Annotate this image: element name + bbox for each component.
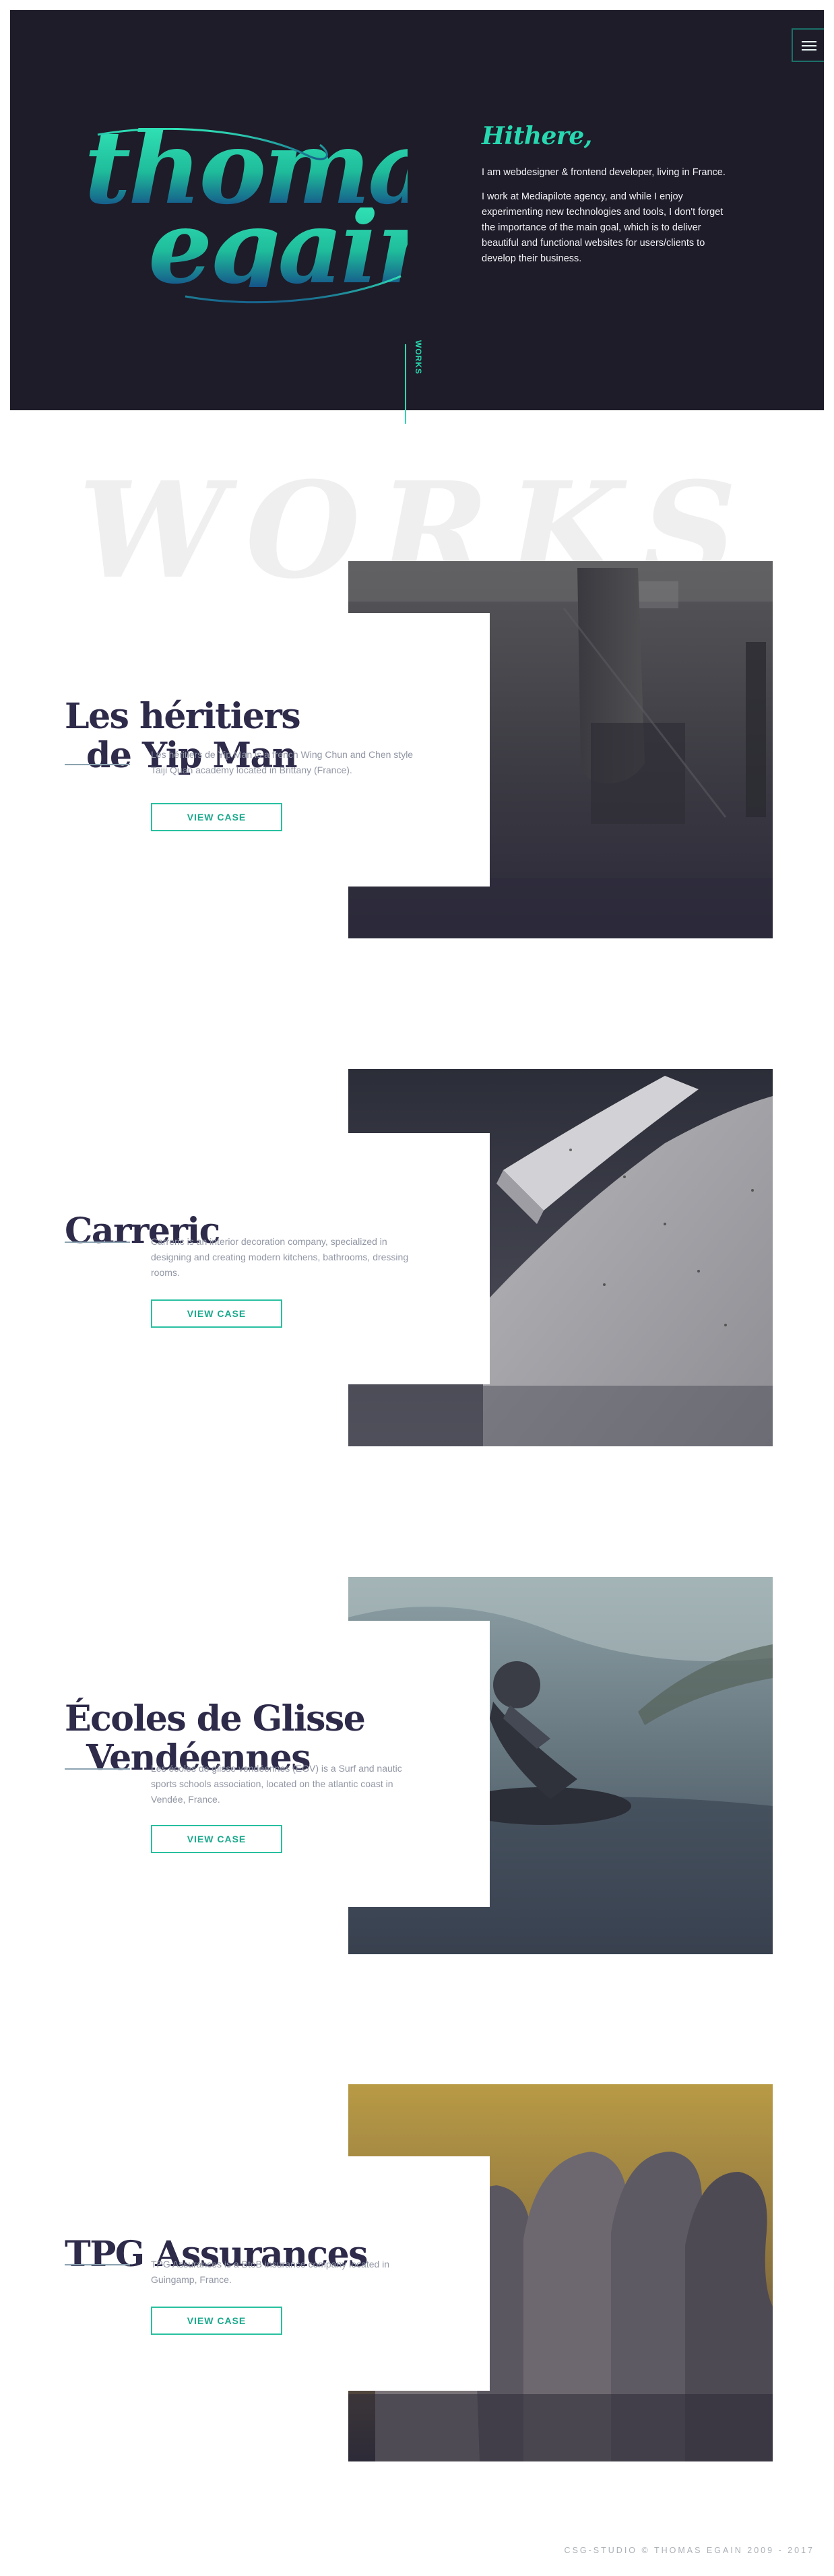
hamburger-menu-icon-bar bbox=[802, 45, 816, 46]
intro-paragraph: I work at Mediapilote agency, and while … bbox=[482, 191, 724, 264]
menu-button[interactable] bbox=[792, 28, 824, 62]
view-case-button[interactable]: VIEW CASE bbox=[151, 2307, 282, 2335]
divider bbox=[65, 1768, 130, 1770]
project-title-line: Écoles de Glisse bbox=[65, 1698, 366, 1739]
project-card: TPG Assurances TPG Assurances is a BtoB … bbox=[0, 2084, 834, 2461]
project-card: Carreric Carreric is an interior decorat… bbox=[0, 1069, 834, 1446]
divider bbox=[65, 1242, 130, 1243]
view-case-button[interactable]: VIEW CASE bbox=[151, 1825, 282, 1853]
intro-paragraph: I am webdesigner & frontend developer, l… bbox=[482, 167, 726, 178]
project-description: TPG Assurances is a BtoB insurance compa… bbox=[151, 2259, 390, 2285]
project-card: Écoles de Glisse Vendéennes Les écoles d… bbox=[0, 1577, 834, 1954]
view-case-button[interactable]: VIEW CASE bbox=[151, 803, 282, 831]
project-description: Les héritiers de Yip Man is a french Win… bbox=[151, 749, 414, 775]
intro-greeting: Hithere, bbox=[482, 122, 592, 150]
divider bbox=[65, 764, 130, 765]
logo: thomas egain bbox=[84, 117, 488, 310]
project-card: Les héritiers de Yip Man Les héritiers d… bbox=[0, 561, 834, 938]
footer-copyright: CSG-STUDIO © THOMAS EGAIN 2009 - 2017 bbox=[564, 2546, 814, 2555]
project-title-line: Les héritiers bbox=[65, 696, 301, 737]
intro-block: Hithere, I am webdesigner & frontend dev… bbox=[482, 122, 731, 276]
project-description: Carreric is an interior decoration compa… bbox=[151, 1236, 409, 1278]
hero-section: thomas egain Hithere, I am webdesigner &… bbox=[10, 10, 824, 410]
hamburger-menu-icon bbox=[802, 41, 816, 42]
view-case-button[interactable]: VIEW CASE bbox=[151, 1299, 282, 1328]
hamburger-menu-icon-bar bbox=[802, 49, 816, 51]
works-scroll-link[interactable]: WORKS bbox=[414, 340, 423, 375]
project-description: Les écoles de glisse vendéennes (EGV) is… bbox=[151, 1763, 402, 1805]
divider bbox=[65, 2264, 130, 2265]
works-scroll-line bbox=[405, 344, 406, 424]
